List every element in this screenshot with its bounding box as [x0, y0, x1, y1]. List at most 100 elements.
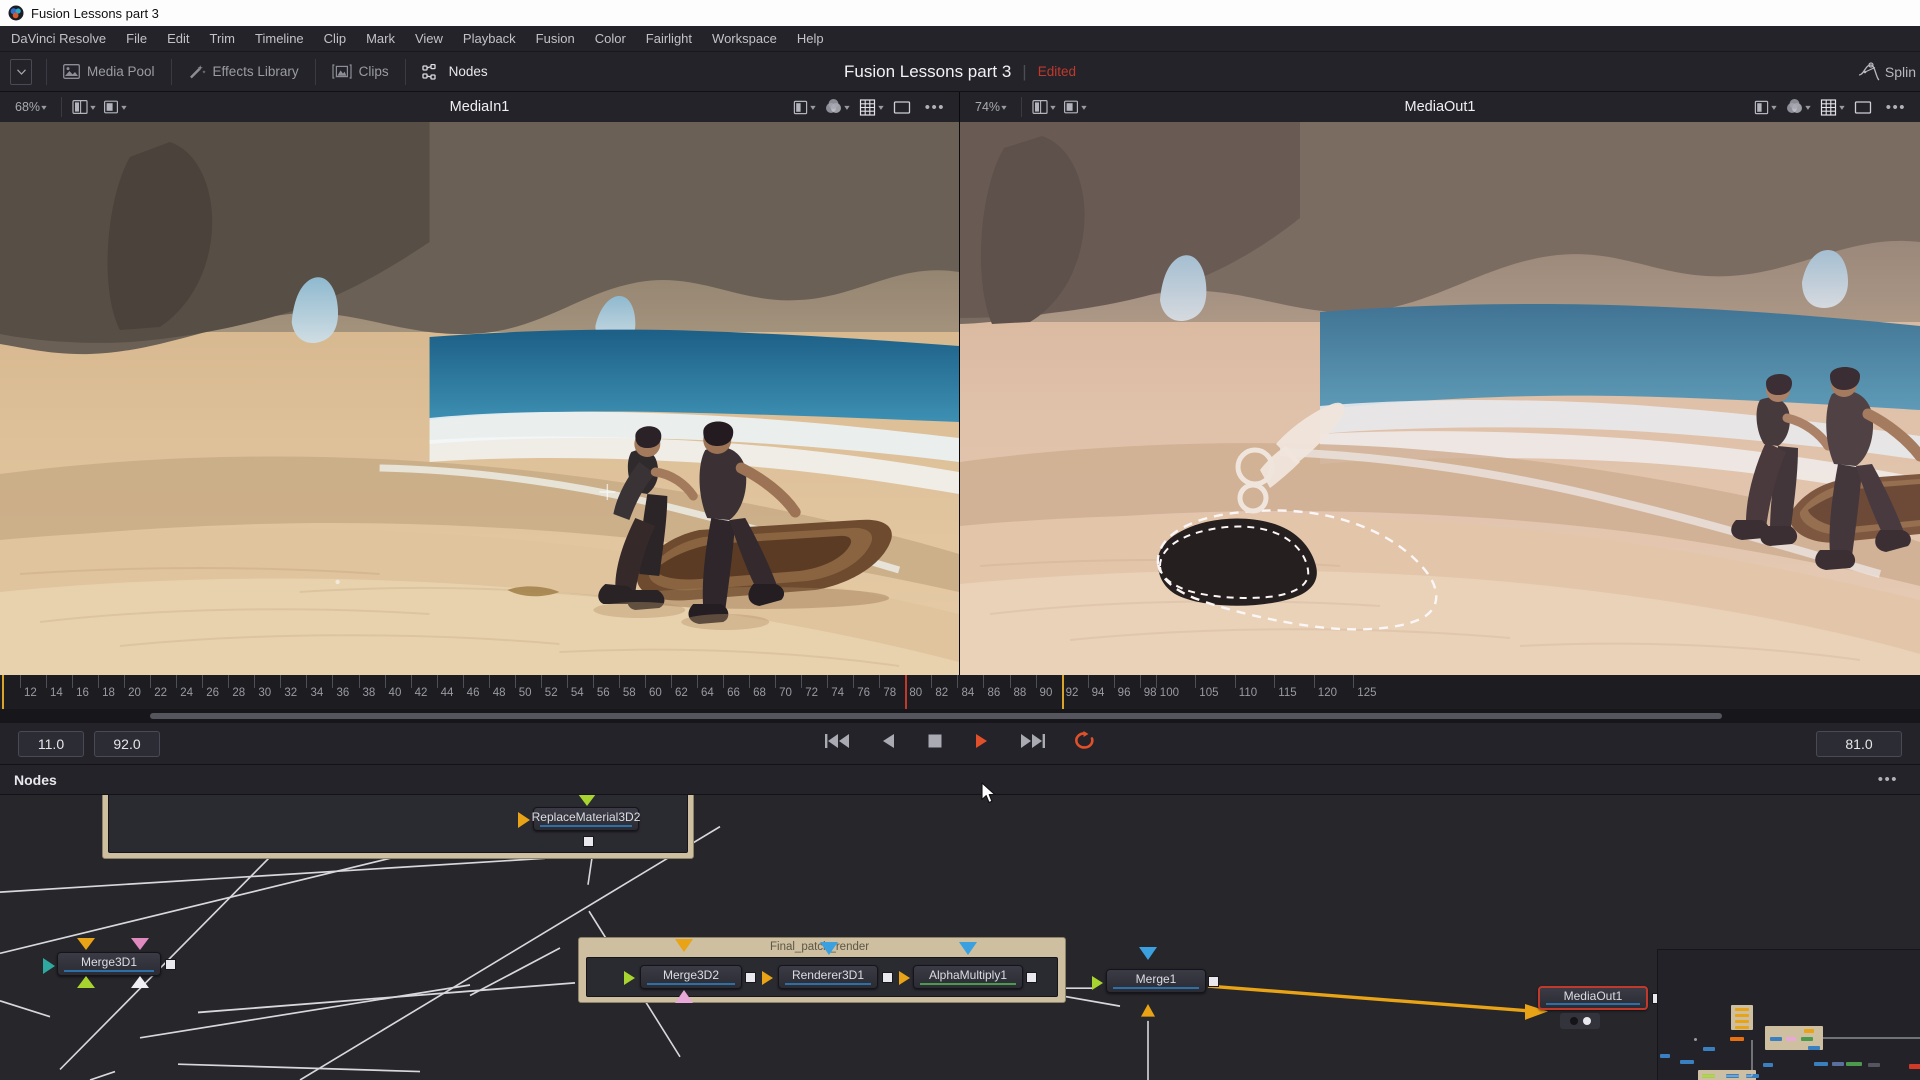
ruler-tick	[176, 675, 178, 688]
menu-item-davinci-resolve[interactable]: DaVinci Resolve	[9, 28, 116, 49]
chevron-down-icon: ▾	[844, 102, 850, 112]
viewer-right-overflow-button[interactable]: •••	[1878, 100, 1914, 115]
node-graph-minimap[interactable]	[1657, 949, 1920, 1080]
effects-library-button[interactable]: Effects Library	[174, 52, 313, 91]
viewer-left-frame-button[interactable]	[889, 100, 915, 115]
viewer-right-lut-button[interactable]: ▾	[1750, 100, 1780, 115]
node-alphamultiply1-output-port[interactable]	[1026, 972, 1037, 983]
viewer-right-canvas[interactable]	[960, 122, 1920, 675]
viewer-right-split-view-button[interactable]: ▾	[1028, 99, 1059, 115]
ruler-tick	[514, 675, 516, 688]
viewer-right-grid-button[interactable]: ▾	[1816, 98, 1848, 116]
skip-to-start-button[interactable]	[824, 732, 852, 755]
menu-item-edit[interactable]: Edit	[157, 28, 199, 49]
viewer-left-canvas[interactable]	[0, 122, 959, 675]
node-merge3d2[interactable]: Merge3D2	[640, 965, 742, 989]
viewer-right-zoom-control[interactable]: 74% ▾	[966, 100, 1015, 114]
ruler-tick-label: 50	[518, 687, 532, 699]
nodes-button[interactable]: Nodes	[408, 52, 502, 91]
menu-item-timeline[interactable]: Timeline	[245, 28, 314, 49]
node-merge3d2-input-top-icon[interactable]	[675, 939, 693, 952]
node-renderer3d1-input-top-icon[interactable]	[820, 942, 838, 955]
ruler-tick	[358, 675, 360, 688]
nodes-panel-overflow-button[interactable]: •••	[1870, 772, 1906, 787]
clips-button[interactable]: Clips	[318, 52, 403, 91]
node-merge3d2-output-port[interactable]	[745, 972, 756, 983]
timeline-ruler[interactable]: 12 14 16 18 20 22 24 26 28 30 32 34 36 38 40 42 44 46 48 50…	[0, 675, 1920, 709]
node-merge3d1[interactable]: Merge3D1	[57, 952, 161, 976]
loop-button[interactable]	[1074, 731, 1096, 756]
ruler-tick-label: 125	[1357, 687, 1377, 699]
ruler-tick	[46, 675, 48, 688]
viewer-left-grid-button[interactable]: ▾	[855, 98, 887, 116]
play-reverse-button[interactable]	[880, 732, 898, 755]
menu-item-mark[interactable]: Mark	[356, 28, 405, 49]
node-mediaout1[interactable]: MediaOut1	[1538, 986, 1648, 1010]
ruler-tick-label: 44	[440, 687, 454, 699]
node-merge1-output-port[interactable]	[1208, 976, 1219, 987]
media-pool-button[interactable]: Media Pool	[49, 52, 169, 91]
menu-item-fairlight[interactable]: Fairlight	[636, 28, 702, 49]
viewer-right-frame-button[interactable]	[1850, 100, 1876, 115]
ruler-tick-label: 34	[310, 687, 324, 699]
node-replacematerial3d2[interactable]: ReplaceMaterial3D2	[532, 807, 640, 831]
timeline-scrollbar-thumb[interactable]	[150, 713, 1722, 719]
play-icon	[972, 732, 990, 755]
node-merge3d1-input-green-icon[interactable]	[77, 976, 95, 988]
menu-item-view[interactable]: View	[405, 28, 453, 49]
clips-icon	[331, 64, 352, 79]
viewer-left-color-button[interactable]: ▾	[821, 99, 853, 115]
menu-item-playback[interactable]: Playback	[453, 28, 526, 49]
playhead[interactable]	[1061, 675, 1064, 709]
node-merge1-input-left-icon[interactable]	[1092, 976, 1103, 990]
menu-item-clip[interactable]: Clip	[314, 28, 356, 49]
render-range-marker[interactable]	[905, 675, 908, 709]
viewer-left-lut-button[interactable]: ▾	[789, 100, 819, 115]
viewer-left-split-view-button[interactable]: ▾	[68, 99, 99, 115]
menu-item-color[interactable]: Color	[585, 28, 636, 49]
node-disable-toggle-icon[interactable]	[1569, 1017, 1578, 1025]
menu-item-fusion[interactable]: Fusion	[526, 28, 585, 49]
play-button[interactable]	[972, 732, 990, 755]
node-replacematerial3d2-output-port[interactable]	[583, 836, 594, 847]
node-merge1-input-top-icon[interactable]	[1139, 947, 1157, 960]
ruler-tick-major	[1274, 675, 1276, 688]
ruler-tick-label: 40	[388, 687, 402, 699]
node-alphamultiply1[interactable]: AlphaMultiply1	[913, 965, 1023, 989]
skip-to-end-button[interactable]	[1018, 732, 1046, 755]
viewer-right-image-view-button[interactable]: ▾	[1059, 99, 1090, 115]
spline-editor-button[interactable]: Splin	[1858, 61, 1920, 82]
node-renderer3d1-output-port[interactable]	[882, 972, 893, 983]
chevron-down-icon: ▾	[1770, 102, 1777, 112]
stop-button[interactable]	[926, 732, 944, 755]
node-mediaout1-toggle-group[interactable]	[1560, 1013, 1600, 1029]
viewer-right-color-button[interactable]: ▾	[1782, 99, 1814, 115]
timeline-scrollbar[interactable]	[0, 709, 1920, 723]
collapse-panel-button[interactable]	[10, 58, 32, 85]
node-replacematerial3d2-input-top-icon[interactable]	[578, 795, 596, 806]
viewer-left-image-view-button[interactable]: ▾	[99, 99, 130, 115]
node-merge3d1-input-left-icon[interactable]	[43, 958, 55, 974]
node-merge3d1-input-white-icon[interactable]	[131, 976, 149, 988]
viewer-left-zoom-control[interactable]: 68% ▾	[6, 100, 55, 114]
nodes-icon	[421, 63, 442, 80]
node-merge3d1-output-port[interactable]	[165, 959, 176, 970]
node-lock-toggle-icon[interactable]	[1582, 1017, 1591, 1025]
viewer-left-overflow-button[interactable]: •••	[917, 100, 953, 115]
node-graph-canvas[interactable]: ReplaceMaterial3D2 Merge3D1 Final_patch_…	[0, 795, 1920, 1080]
node-merge1[interactable]: Merge1	[1106, 969, 1206, 993]
menu-item-trim[interactable]: Trim	[200, 28, 246, 49]
node-replacematerial3d2-input-left-icon[interactable]	[518, 812, 530, 828]
node-merge3d1-input-yellow-icon[interactable]	[77, 938, 95, 950]
menu-item-file[interactable]: File	[116, 28, 157, 49]
ruler-tick	[801, 675, 803, 688]
range-in-marker[interactable]	[2, 675, 4, 709]
node-merge3d1-input-pink-icon[interactable]	[131, 938, 149, 950]
node-merge3d2-input-left-icon[interactable]	[624, 971, 635, 985]
node-alphamultiply1-input-top-icon[interactable]	[959, 942, 977, 955]
menu-item-help[interactable]: Help	[787, 28, 834, 49]
project-status-badge: Edited	[1037, 64, 1076, 79]
node-renderer3d1[interactable]: Renderer3D1	[778, 965, 878, 989]
menu-item-workspace[interactable]: Workspace	[702, 28, 787, 49]
node-merge3d2-input-bottom-icon[interactable]	[675, 990, 693, 1003]
